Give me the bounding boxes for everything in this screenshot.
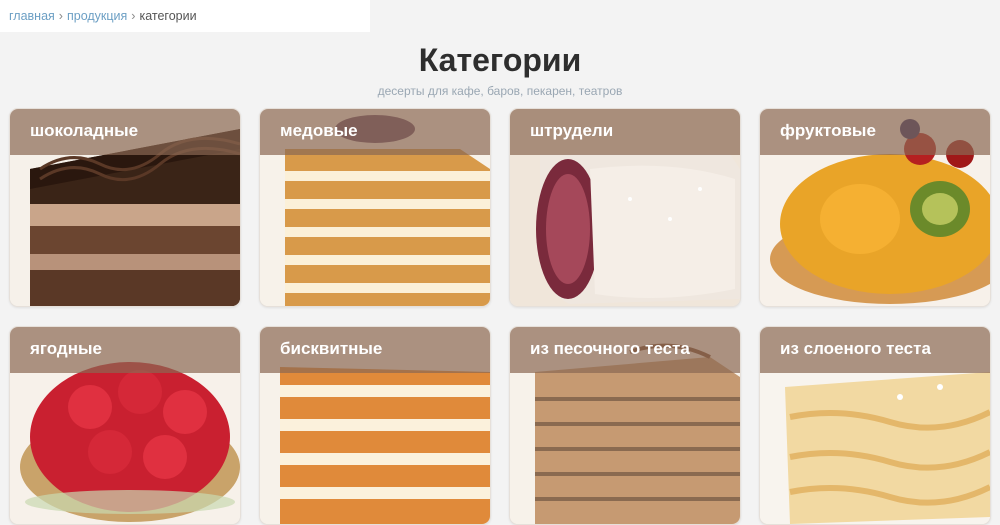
category-card-shortcrust[interactable]: из песочного теста bbox=[509, 326, 741, 525]
category-label: ягодные bbox=[30, 339, 102, 358]
category-label: фруктовые bbox=[780, 121, 876, 140]
category-card-puff-pastry[interactable]: из слоеного теста bbox=[759, 326, 991, 525]
category-grid: шоколадные медовые штрудели фруктовые яг… bbox=[0, 0, 1000, 525]
category-card-fruit[interactable]: фруктовые bbox=[759, 108, 991, 307]
category-label: из слоеного теста bbox=[780, 339, 931, 358]
category-card-chocolate[interactable]: шоколадные bbox=[9, 108, 241, 307]
category-card-sponge[interactable]: бисквитные bbox=[259, 326, 491, 525]
category-label: штрудели bbox=[530, 121, 614, 140]
category-label: бисквитные bbox=[280, 339, 383, 358]
category-card-berry[interactable]: ягодные bbox=[9, 326, 241, 525]
category-card-strudel[interactable]: штрудели bbox=[509, 108, 741, 307]
category-label: медовые bbox=[280, 121, 358, 140]
category-label: из песочного теста bbox=[530, 339, 690, 358]
category-label: шоколадные bbox=[30, 121, 139, 140]
category-card-honey[interactable]: медовые bbox=[259, 108, 491, 307]
